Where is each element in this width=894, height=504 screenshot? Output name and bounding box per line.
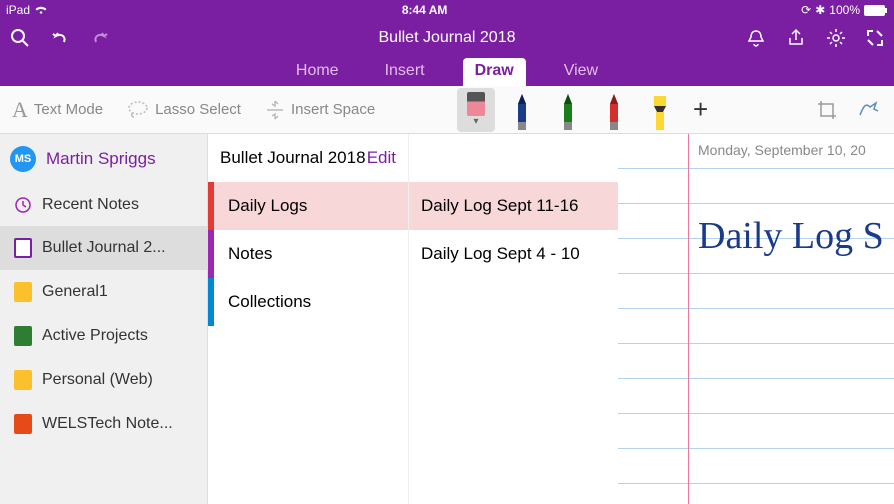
notebook-label: Personal (Web) [42, 371, 153, 389]
tab-insert[interactable]: Insert [377, 58, 433, 86]
section-daily-logs[interactable]: Daily Logs [208, 182, 408, 230]
lasso-icon [127, 100, 149, 120]
insert-space-icon [265, 99, 285, 121]
status-time: 8:44 AM [48, 3, 801, 17]
crop-icon[interactable] [816, 99, 838, 121]
orientation-lock-icon: ⟳ [801, 3, 811, 17]
bluetooth-icon: ✱ [815, 3, 825, 17]
tab-home[interactable]: Home [288, 58, 347, 86]
user-row[interactable]: MS Martin Spriggs [0, 134, 207, 184]
notebook-icon [14, 370, 32, 390]
lasso-select-button[interactable]: Lasso Select [127, 100, 241, 120]
wifi-icon [34, 5, 48, 15]
notifications-icon[interactable] [746, 28, 766, 48]
settings-icon[interactable] [826, 28, 846, 48]
pages-panel: Daily Log Sept 11-16 Daily Log Sept 4 - … [408, 134, 618, 504]
notebook-welstech[interactable]: WELSTech Note... [0, 402, 207, 446]
notebook-active-projects[interactable]: Active Projects [0, 314, 207, 358]
notebook-general1[interactable]: General1 [0, 270, 207, 314]
notebook-icon [14, 282, 32, 302]
sections-panel: Bullet Journal 2018 Edit Daily Logs Note… [208, 134, 408, 504]
section-label: Daily Logs [228, 196, 307, 215]
pen-group: ▾ + [457, 88, 714, 132]
pen-blue[interactable] [503, 88, 541, 132]
insert-space-button[interactable]: Insert Space [265, 99, 375, 121]
notebook-icon [14, 326, 32, 346]
text-mode-icon: A [12, 97, 28, 123]
section-label: Notes [228, 244, 272, 263]
battery-percent: 100% [829, 3, 860, 17]
section-collections[interactable]: Collections [208, 278, 408, 326]
pen-red[interactable] [595, 88, 633, 132]
add-pen-button[interactable]: + [687, 94, 714, 125]
page-label: Daily Log Sept 11-16 [421, 196, 579, 215]
device-label: iPad [6, 3, 30, 17]
notebook-label: General1 [42, 283, 108, 301]
margin-line [688, 134, 689, 504]
edit-button[interactable]: Edit [367, 148, 396, 168]
recent-notes-label: Recent Notes [42, 196, 139, 214]
eraser-tool[interactable]: ▾ [457, 88, 495, 132]
draw-toolbar: A Text Mode Lasso Select Insert Space ▾ … [0, 86, 894, 134]
redo-icon[interactable] [90, 28, 110, 48]
notebook-personal-web[interactable]: Personal (Web) [0, 358, 207, 402]
ink-to-shape-icon[interactable] [858, 99, 882, 121]
notebook-label: WELSTech Note... [42, 415, 173, 433]
search-icon[interactable] [10, 28, 30, 48]
section-header-title: Bullet Journal 2018 [220, 148, 366, 168]
clock-icon [14, 196, 32, 214]
avatar: MS [10, 146, 36, 172]
ruled-paper [618, 134, 894, 504]
user-name: Martin Spriggs [46, 149, 156, 169]
notebook-label: Bullet Journal 2... [42, 239, 166, 257]
insert-space-label: Insert Space [291, 101, 375, 118]
notebook-sidebar: MS Martin Spriggs Recent Notes Bullet Jo… [0, 134, 208, 504]
recent-notes[interactable]: Recent Notes [0, 184, 207, 226]
title-bar: Bullet Journal 2018 [0, 20, 894, 56]
pen-green[interactable] [549, 88, 587, 132]
highlighter-yellow[interactable] [641, 88, 679, 132]
notebook-bullet-journal[interactable]: Bullet Journal 2... [0, 226, 207, 270]
note-canvas[interactable]: Monday, September 10, 20 Daily Log S [618, 134, 894, 504]
tab-view[interactable]: View [556, 58, 606, 86]
chevron-down-icon: ▾ [473, 116, 478, 127]
battery-icon [864, 5, 888, 16]
section-label: Collections [228, 292, 311, 311]
fullscreen-icon[interactable] [866, 29, 884, 47]
notebook-label: Active Projects [42, 327, 148, 345]
eraser-icon [467, 92, 485, 116]
section-notes[interactable]: Notes [208, 230, 408, 278]
page-item[interactable]: Daily Log Sept 4 - 10 [409, 230, 618, 278]
handwritten-title: Daily Log S [698, 214, 884, 258]
page-label: Daily Log Sept 4 - 10 [421, 244, 580, 263]
notebook-icon [14, 238, 32, 258]
undo-icon[interactable] [50, 28, 70, 48]
notebook-icon [14, 414, 32, 434]
text-mode-button[interactable]: A Text Mode [12, 97, 103, 123]
page-date: Monday, September 10, 20 [698, 142, 866, 158]
text-mode-label: Text Mode [34, 101, 103, 118]
page-item[interactable]: Daily Log Sept 11-16 [409, 182, 618, 230]
document-title: Bullet Journal 2018 [210, 29, 684, 47]
tab-draw[interactable]: Draw [463, 58, 526, 86]
lasso-label: Lasso Select [155, 101, 241, 118]
status-bar: iPad 8:44 AM ⟳ ✱ 100% [0, 0, 894, 20]
share-icon[interactable] [786, 28, 806, 48]
ribbon-tabs: Home Insert Draw View [0, 56, 894, 86]
